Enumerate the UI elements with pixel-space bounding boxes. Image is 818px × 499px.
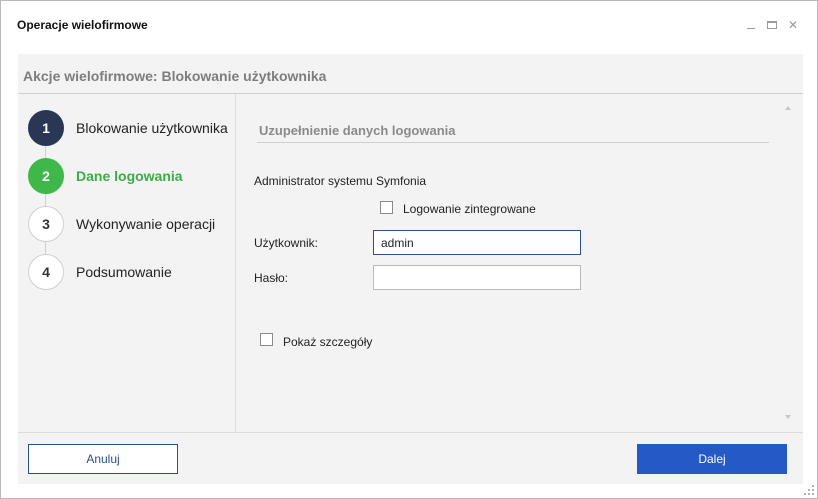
password-label: Hasło: [254,271,289,285]
cancel-button[interactable]: Anuluj [28,444,178,474]
step-label: Dane logowania [76,168,183,184]
step-label: Podsumowanie [76,264,172,280]
wizard-panel: Akcje wielofirmowe: Blokowanie użytkowni… [18,54,803,484]
section-divider [257,142,769,143]
title-bar[interactable]: Operacje wielofirmowe ✕ [1,1,817,51]
scroll-down-arrow-icon[interactable] [785,415,791,419]
user-field[interactable] [373,230,581,255]
step-number-badge: 1 [28,110,64,146]
maximize-icon[interactable] [765,18,779,32]
user-label: Użytkownik: [254,236,319,250]
scroll-up-arrow-icon[interactable] [785,106,791,110]
step-item-3[interactable]: 3 Wykonywanie operacji [28,206,233,242]
resize-grip-icon[interactable] [804,485,814,495]
next-button[interactable]: Dalej [637,444,787,474]
integrated-login-label[interactable]: Logowanie zintegrowane [403,202,536,216]
wizard-content: Uzupełnienie danych logowania Administra… [237,94,803,432]
step-number-badge: 4 [28,254,64,290]
step-number-badge: 2 [28,158,64,194]
show-details-label[interactable]: Pokaż szczegóły [283,335,372,349]
section-title: Uzupełnienie danych logowania [259,123,456,138]
admin-heading: Administrator systemu Symfonia [254,174,427,188]
page-title: Akcje wielofirmowe: Blokowanie użytkowni… [23,68,327,84]
integrated-login-checkbox[interactable] [380,201,393,214]
close-icon[interactable]: ✕ [786,18,800,32]
wizard-header: Akcje wielofirmowe: Blokowanie użytkowni… [18,54,803,94]
step-item-4[interactable]: 4 Podsumowanie [28,254,233,290]
password-field[interactable] [373,265,581,290]
minimize-icon[interactable] [744,18,758,32]
show-details-checkbox[interactable] [260,333,273,346]
window-title: Operacje wielofirmowe [17,18,148,32]
step-number-badge: 3 [28,206,64,242]
wizard-steps: 1 Blokowanie użytkownika 2 Dane logowani… [18,94,236,432]
step-item-1[interactable]: 1 Blokowanie użytkownika [28,110,233,146]
dialog-window: Operacje wielofirmowe ✕ Akcje wielofirmo… [0,0,818,499]
step-label: Blokowanie użytkownika [76,120,228,136]
step-label: Wykonywanie operacji [76,216,216,232]
wizard-footer: Anuluj Dalej [18,432,803,484]
step-item-2[interactable]: 2 Dane logowania [28,158,233,194]
